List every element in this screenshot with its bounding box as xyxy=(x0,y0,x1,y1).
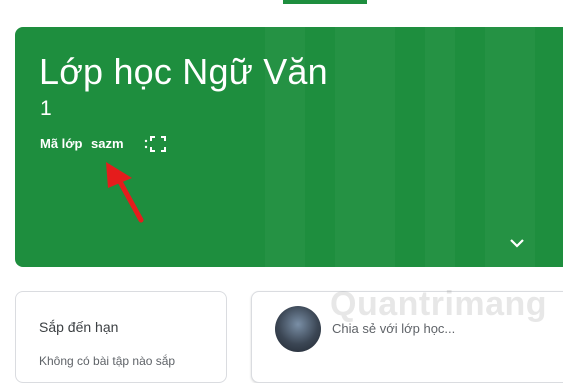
upcoming-card: Sắp đến hạn Không có bài tập nào sắp xyxy=(15,291,227,383)
top-bar xyxy=(0,0,563,10)
avatar xyxy=(275,306,321,352)
banner-decoration xyxy=(425,27,455,267)
banner-decoration xyxy=(335,27,395,267)
red-arrow-annotation xyxy=(106,162,144,223)
active-tab-indicator xyxy=(283,0,367,4)
upcoming-title: Sắp đến hạn xyxy=(39,319,119,335)
class-code-value: sazm xyxy=(91,136,124,151)
class-code-label: Mã lớp xyxy=(40,136,83,151)
class-section: 1 xyxy=(40,97,52,120)
class-title: Lớp học Ngữ Văn xyxy=(39,51,328,92)
watermark: Quantrimang xyxy=(330,285,548,323)
fullscreen-icon[interactable] xyxy=(149,135,167,153)
chevron-down-icon[interactable] xyxy=(507,233,527,253)
banner-decoration xyxy=(485,27,535,267)
upcoming-empty-text: Không có bài tập nào sắp xyxy=(39,354,176,368)
class-banner: Lớp học Ngữ Văn 1 Mã lớp sazm xyxy=(15,27,563,267)
